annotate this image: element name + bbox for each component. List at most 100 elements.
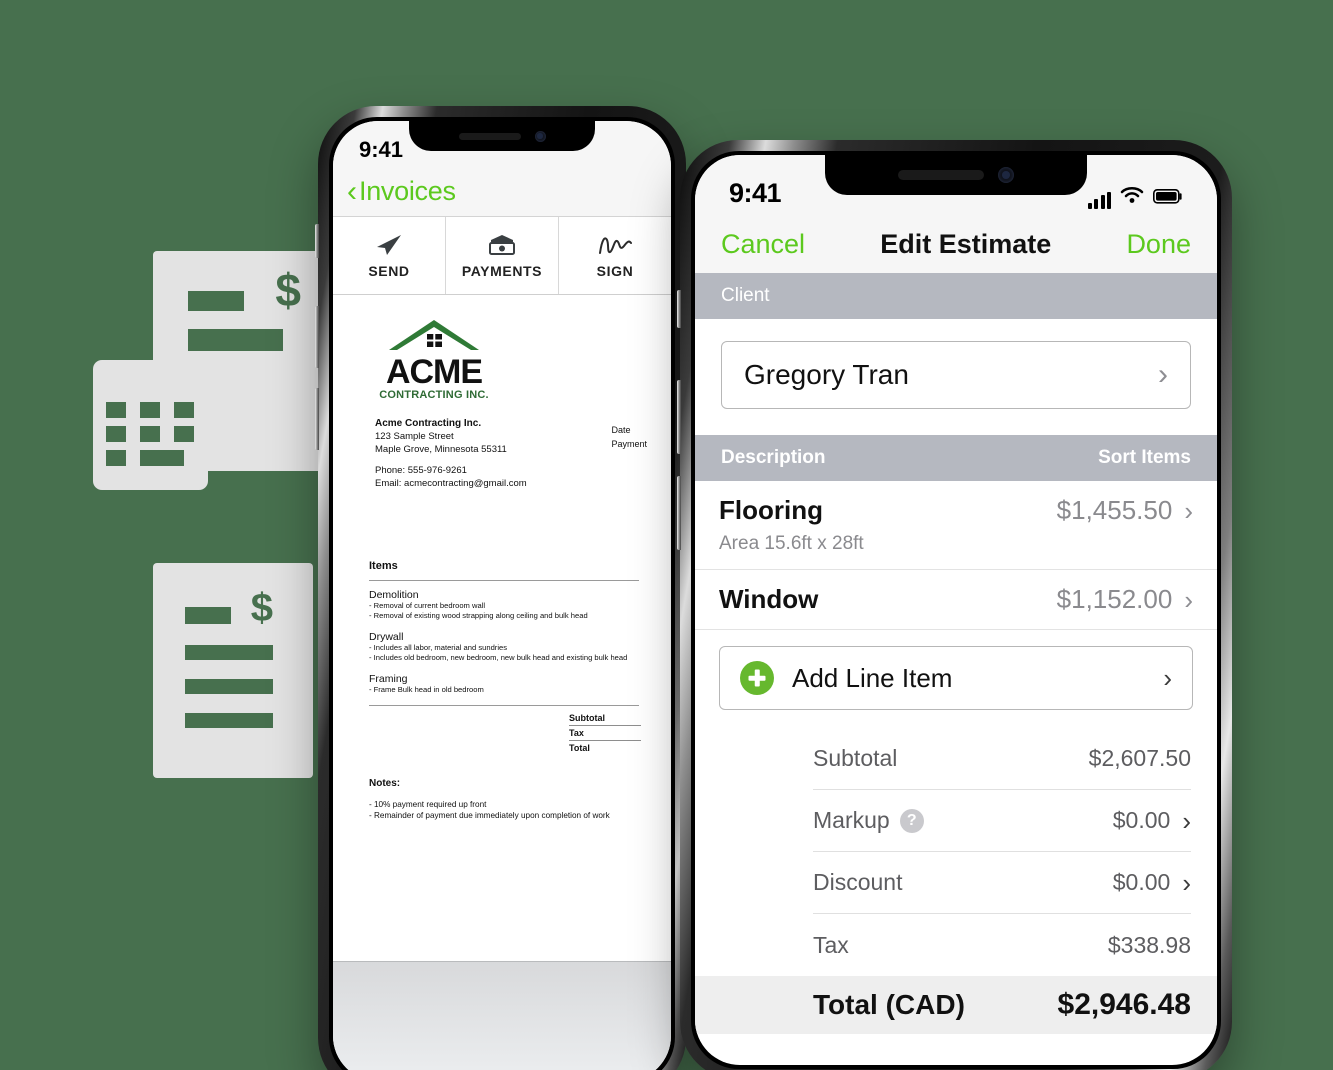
toolbar-sign-label: SIGN — [596, 263, 634, 279]
invoice-note-line: - 10% payment required up front — [369, 800, 487, 809]
invoice-item-title: Demolition — [369, 589, 419, 601]
add-line-item-button[interactable]: Add Line Item › — [719, 646, 1193, 710]
page-title: Edit Estimate — [880, 228, 1052, 259]
toolbar-send-button[interactable]: SEND — [333, 217, 446, 294]
chevron-right-icon: › — [1158, 358, 1168, 391]
totals-value: $338.98 — [1107, 931, 1191, 958]
toolbar-sign-button[interactable]: SIGN — [559, 217, 671, 294]
invoice-item-line: - Removal of current bedroom wall — [369, 601, 486, 610]
deco-bar — [185, 645, 273, 660]
invoice-document[interactable]: ACME CONTRACTING INC. Acme Contracting I… — [333, 295, 671, 913]
client-field-wrapper: Gregory Tran › — [695, 319, 1217, 435]
client-section-label: Client — [721, 285, 770, 306]
volume-down-button[interactable] — [677, 476, 681, 550]
front-camera — [534, 130, 546, 142]
items-section-header: Description Sort Items — [695, 435, 1217, 481]
totals-list: Subtotal $2,607.50 Markup ? $0.00 › Disc… — [695, 728, 1217, 976]
paper-plane-icon — [376, 232, 402, 258]
dollar-sign-icon: $ — [250, 586, 273, 630]
help-icon[interactable]: ? — [899, 808, 924, 833]
phone-front-edit-estimate: 9:41 Cancel Edit Estimate Done Client Gr… — [677, 140, 1232, 1070]
invoice-dollar-icon-bottom: $ — [153, 563, 313, 778]
add-line-item-wrapper: Add Line Item › — [695, 630, 1217, 728]
invoice-note-line: - Remainder of payment due immediately u… — [369, 811, 610, 820]
invoice-item-block: Demolition - Removal of current bedroom … — [369, 589, 641, 621]
calculator-key — [106, 426, 126, 442]
acme-logo: ACME CONTRACTING INC. — [375, 319, 493, 401]
chevron-right-icon: › — [1182, 805, 1191, 836]
deco-bar — [185, 713, 273, 728]
toolbar-send-label: SEND — [368, 263, 410, 279]
grand-total-label: Total (CAD) — [813, 989, 965, 1020]
company-email: Email: acmecontracting@gmail.com — [375, 478, 527, 489]
invoice-totals-box: Subtotal Tax Total — [569, 711, 641, 755]
invoice-subtotal-label: Subtotal — [569, 711, 641, 726]
cellular-bars-icon — [1087, 192, 1111, 209]
deco-bar — [185, 679, 273, 694]
line-item-row-window[interactable]: Window $1,152.00 › — [695, 570, 1217, 630]
phone-back-invoice-preview: 9:41 ‹ Invoices SEND PAYMENTS SIGN ACME … — [315, 106, 686, 1070]
line-item-detail: Area 15.6ft x 28ft — [719, 533, 864, 554]
totals-label: Tax — [813, 931, 849, 958]
device-notch — [409, 121, 595, 151]
invoice-tax-label: Tax — [569, 726, 641, 741]
invoice-meta-labels: Date Payment — [611, 423, 647, 451]
status-time: 9:41 — [359, 137, 404, 162]
totals-value: $2,607.50 — [1088, 745, 1191, 771]
client-select-field[interactable]: Gregory Tran › — [721, 341, 1191, 409]
mute-switch[interactable] — [677, 290, 681, 328]
invoice-notes-heading: Notes: — [369, 778, 401, 789]
house-roof-icon — [386, 319, 482, 355]
invoice-items-heading: Items — [369, 560, 398, 572]
plus-icon — [740, 661, 774, 695]
back-to-invoices-link[interactable]: Invoices — [359, 176, 456, 207]
nav-bar-back: ‹ Invoices — [333, 167, 671, 217]
status-time: 9:41 — [729, 178, 782, 208]
chevron-left-icon[interactable]: ‹ — [347, 176, 357, 207]
totals-row-tax: Tax $338.98 — [813, 914, 1191, 976]
front-camera — [998, 167, 1014, 183]
calculator-key-wide — [140, 450, 184, 466]
grand-total-value: $2,946.48 — [1057, 988, 1191, 1021]
totals-label: Markup — [813, 807, 890, 833]
calculator-key — [140, 426, 160, 442]
invoice-item-title: Drywall — [369, 631, 404, 643]
battery-full-icon — [1153, 189, 1183, 209]
earpiece-speaker — [458, 132, 521, 140]
calculator-icon — [93, 360, 208, 490]
invoice-date-label: Date — [611, 425, 631, 435]
signature-icon — [598, 232, 632, 258]
totals-value: $0.00 — [1112, 869, 1171, 895]
calculator-key — [174, 426, 194, 442]
totals-label: Discount — [813, 869, 903, 895]
client-section-header: Client — [695, 273, 1217, 319]
money-icon — [487, 232, 517, 258]
line-item-row-flooring[interactable]: Flooring $1,455.50 › Area 15.6ft x 28ft — [695, 481, 1217, 570]
deco-bar — [188, 291, 244, 311]
totals-row-subtotal: Subtotal $2,607.50 — [813, 728, 1191, 790]
grand-total-bar: Total (CAD) $2,946.48 — [695, 976, 1217, 1034]
totals-row-discount[interactable]: Discount $0.00 › — [813, 852, 1191, 914]
mute-switch[interactable] — [315, 224, 319, 258]
totals-row-markup[interactable]: Markup ? $0.00 › — [813, 790, 1191, 852]
sort-items-button[interactable]: Sort Items — [1098, 447, 1191, 469]
calculator-key — [174, 402, 194, 418]
line-item-amount: $1,455.50 — [1056, 495, 1173, 525]
toolbar-payments-label: PAYMENTS — [461, 263, 543, 279]
toolbar-payments-button[interactable]: PAYMENTS — [446, 217, 559, 294]
invoice-item-line: - Frame Bulk head in old bedroom — [369, 685, 484, 694]
client-name-value: Gregory Tran — [744, 359, 909, 390]
invoice-page-backdrop — [333, 961, 671, 1070]
done-button[interactable]: Done — [1126, 229, 1191, 260]
totals-value: $0.00 — [1112, 807, 1171, 833]
calculator-key — [140, 402, 160, 418]
chevron-right-icon: › — [1163, 663, 1172, 693]
cancel-button[interactable]: Cancel — [721, 229, 805, 260]
volume-down-button[interactable] — [315, 388, 319, 450]
volume-up-button[interactable] — [315, 306, 319, 368]
add-line-item-label: Add Line Item — [792, 662, 953, 693]
logo-acme-subtext: CONTRACTING INC. — [379, 389, 489, 401]
volume-up-button[interactable] — [677, 380, 681, 454]
chevron-right-icon: › — [1184, 495, 1193, 526]
chevron-right-icon: › — [1184, 584, 1193, 615]
